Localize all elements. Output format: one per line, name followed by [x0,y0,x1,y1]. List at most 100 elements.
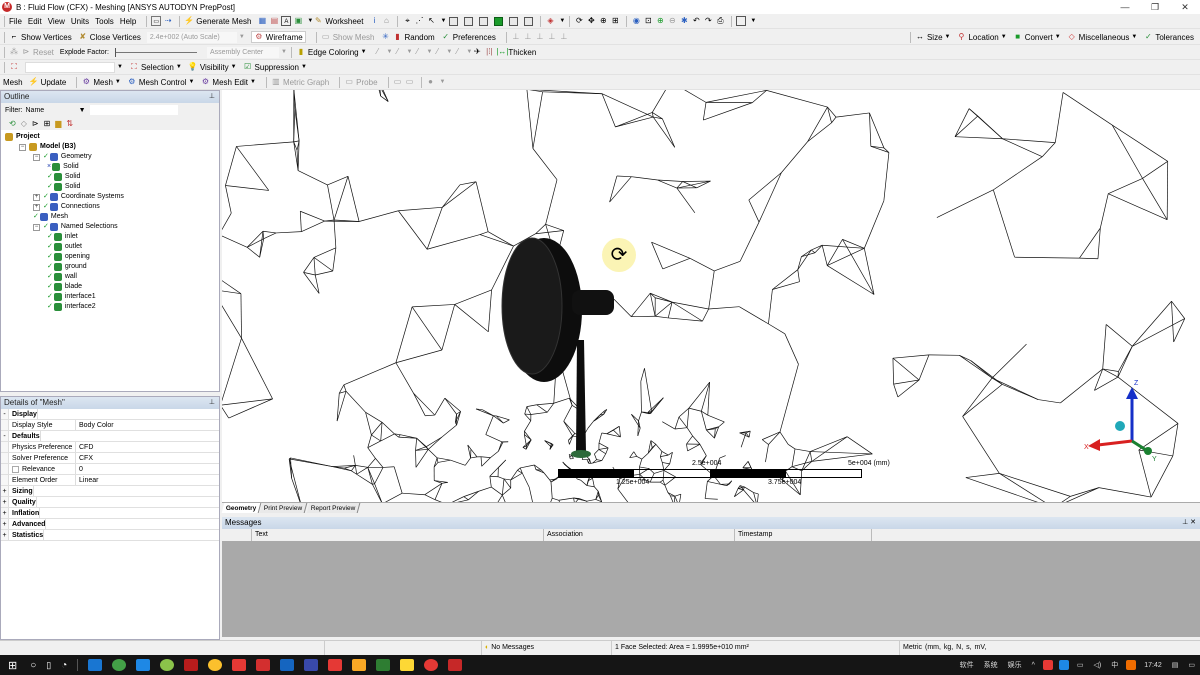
visibility-button[interactable]: 💡 Visibility ▼ [188,62,237,72]
tree-item[interactable]: + ✓ Connections [33,202,100,212]
worksheet-button[interactable]: ✎ Worksheet [313,16,363,26]
edge-style-1-icon[interactable]: ⁄ [373,47,383,57]
select-face-icon[interactable] [479,16,489,26]
expand-all-icon[interactable]: ⊞ [44,119,51,128]
zoom-to-fit-icon[interactable]: ◉ [631,16,641,26]
menu-edit[interactable]: Edit [28,17,42,26]
expand-toggle[interactable]: − [33,223,40,231]
coord-2-icon[interactable]: ⊥ [523,32,533,42]
named-selection-icon[interactable]: ⛶ [9,62,19,72]
graph-icon[interactable]: ▤ [269,16,279,26]
taskbar-explorer-icon[interactable] [352,659,367,671]
tree-item[interactable]: − Model (B3) [19,142,76,152]
edge-coloring-button[interactable]: ▮ Edge Coloring ▼ [296,47,367,57]
tree-item[interactable]: ✓ wall [47,272,77,282]
next-view-icon[interactable]: ↷ [703,16,713,26]
tab-report-preview[interactable]: Report Preview [306,503,361,513]
category-toggle[interactable]: + [1,497,9,507]
volume-icon[interactable]: ◁) [1094,661,1102,669]
property-value[interactable]: Linear [76,475,98,485]
sort-az-icon[interactable]: ⇅ [66,119,73,128]
details-category[interactable]: + Quality [1,497,219,508]
menu-units[interactable]: Units [71,17,89,26]
taskbar-app-blue2-icon[interactable] [280,659,295,671]
zoom-icon[interactable]: ⊕ [598,16,608,26]
edge-style-5-icon[interactable]: ⁄ [452,47,462,57]
tab-geometry[interactable]: Geometry [221,503,262,513]
tag-icon[interactable]: ⌂ [381,16,391,26]
tree-item[interactable]: ✓ interface2 [47,302,96,312]
expand-toggle[interactable]: − [33,153,40,161]
category-toggle[interactable]: - [1,431,9,441]
mesh-menu-button[interactable]: ⚙ Mesh ▼ [81,77,121,87]
taskbar-edge-icon[interactable] [88,659,103,671]
explode-factor-slider[interactable] [114,47,197,57]
print-icon[interactable]: ⎙ [715,16,725,26]
zoom-out-icon[interactable]: ⊖ [667,16,677,26]
sphere-icon[interactable]: ● [426,77,436,87]
notes-icon[interactable]: ▤ [1172,661,1179,669]
taskbar-workbench-icon[interactable] [304,659,319,671]
expand-toggle[interactable]: − [19,143,26,151]
details-category[interactable]: + Statistics [1,530,219,541]
search-icon[interactable]: ○ [30,660,36,671]
thicken-button[interactable]: |↔| Thicken [496,47,536,57]
previous-view-icon[interactable]: ↶ [691,16,701,26]
taskbar-app-blue-icon[interactable] [136,659,151,671]
details-category[interactable]: + Sizing [1,486,219,497]
tree-item[interactable]: − ✓ Geometry [33,152,92,162]
minimize-button[interactable]: — [1110,0,1140,14]
details-category[interactable]: + Inflation [1,508,219,519]
taskbar-group-system[interactable]: 系统 [984,660,998,670]
category-toggle[interactable]: - [1,409,9,419]
graphics-viewport[interactable]: ⟳ 0.000 1.25e+004 2.5e+004 3.75e+004 5e+… [222,90,1200,502]
taskbar-netease-icon[interactable] [232,659,247,671]
miscellaneous-button[interactable]: ◇ Miscellaneous ▼ [1067,32,1138,42]
details-property[interactable]: Solver Preference CFX [1,453,219,464]
column-text[interactable]: Text [252,529,544,541]
tray-sogou-icon[interactable] [1126,660,1137,670]
category-toggle[interactable]: + [1,508,9,518]
thin-icon[interactable]: |⁞| [484,47,494,57]
taskbar-app-green-icon[interactable] [112,659,127,671]
random-button[interactable]: ▮ Random [392,32,434,42]
property-value[interactable]: CFX [76,453,93,463]
mesh-control-button[interactable]: ⚙ Mesh Control ▼ [127,77,194,87]
pin-icon[interactable]: ⊥ [1182,519,1188,526]
tree-item[interactable]: ✓ ground [47,262,87,272]
taskbar-app-red2-icon[interactable] [328,659,343,671]
details-property[interactable]: Element Order Linear [1,475,219,486]
taskbar-group-software[interactable]: 软件 [960,660,974,670]
close-messages-icon[interactable]: ✕ [1190,519,1196,526]
taskbar-chrome-icon[interactable] [208,659,223,671]
filter-combo[interactable]: Name ▼ [26,107,86,114]
pan-icon[interactable]: ✥ [586,16,596,26]
ime-indicator[interactable]: 中 [1111,660,1118,670]
tree-item[interactable]: ✓ Solid [47,172,80,182]
vertex-select-icon[interactable]: ⋰ [414,16,424,26]
generate-mesh-button[interactable]: ⚡ Generate Mesh [184,16,251,26]
expand-toggle[interactable]: + [33,193,40,201]
edge-style-3-icon[interactable]: ⁄ [412,47,422,57]
tray-app-icon[interactable] [1042,660,1053,670]
tree-item[interactable]: Project [5,132,40,142]
column-timestamp[interactable]: Timestamp [735,529,872,541]
suppression-button[interactable]: ☑ Suppression ▼ [243,62,307,72]
scale-combo[interactable]: 2.4e+002 (Auto Scale) [146,31,237,43]
update-button[interactable]: ⚡ Update [29,77,67,87]
pin-icon[interactable]: ⊥ [209,397,215,409]
tree-item[interactable]: ✓ interface1 [47,292,96,302]
window-icon[interactable]: ▭ [151,16,162,26]
convert-button[interactable]: ■ Convert ▼ [1013,32,1060,42]
table-icon-1[interactable]: ▭ [393,77,403,87]
clock[interactable]: 17:42 [1144,662,1162,669]
coord-5-icon[interactable]: ⊥ [559,32,569,42]
coord-3-icon[interactable]: ⊥ [535,32,545,42]
tree-item[interactable]: + ✓ Coordinate Systems [33,192,124,202]
tab-print-preview[interactable]: Print Preview [260,503,308,513]
details-property[interactable]: Physics Preference CFD [1,442,219,453]
tray-expand-icon[interactable]: ^ [1032,662,1035,669]
zoom-in-icon[interactable]: ⊕ [655,16,665,26]
metric-graph-button[interactable]: ▥ Metric Graph [271,77,329,87]
pointer-icon[interactable]: ↖ [426,16,436,26]
